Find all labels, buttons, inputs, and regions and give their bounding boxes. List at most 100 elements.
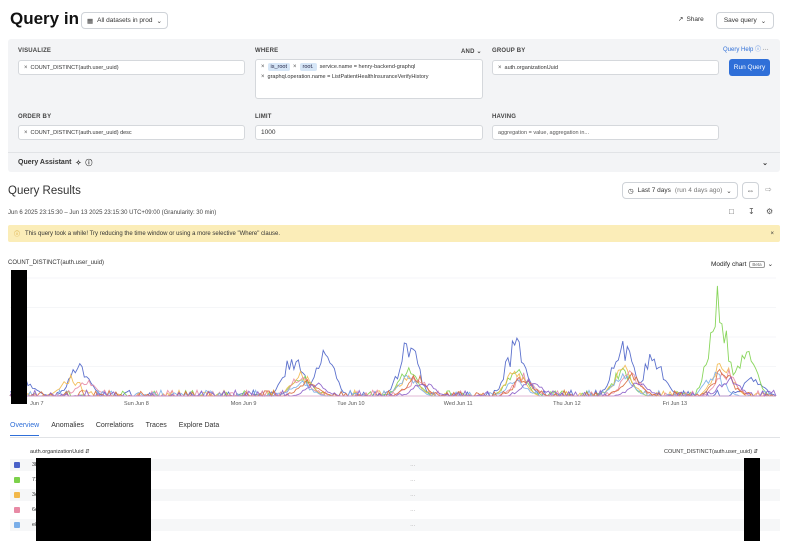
modify-chart-button[interactable]: Modify chart Beta ⌄: [711, 260, 773, 268]
series-swatch: [14, 492, 20, 498]
chart-label: COUNT_DISTINCT(auth.user_uuid): [8, 260, 105, 266]
query-assistant-label: Query Assistant: [18, 159, 72, 166]
redacted-block: [744, 458, 760, 541]
save-query-label: Save query: [723, 17, 757, 24]
series-swatch: [14, 507, 20, 513]
beta-badge: Beta: [749, 260, 765, 268]
limit-label: LIMIT: [255, 114, 272, 120]
series-line: [9, 337, 777, 398]
column-header-value[interactable]: COUNT_DISTINCT(auth.user_uuid) ⇵: [664, 449, 758, 455]
results-tabs: Overview Anomalies Correlations Traces E…: [10, 422, 219, 436]
combinator-label: AND: [461, 49, 475, 55]
order-by-item: COUNT_DISTINCT(auth.user_uuid) desc: [30, 129, 132, 136]
save-query-button[interactable]: Save query ⌄: [716, 12, 774, 29]
query-help-label: Query Help: [723, 47, 754, 53]
x-tick-label: Mon Jun 9: [231, 401, 257, 407]
filter-text: graphql.operation.name = ListPatientHeal…: [267, 74, 429, 80]
chevron-down-icon: ⌄: [726, 187, 732, 195]
where-label: WHERE: [255, 48, 279, 54]
remove-icon[interactable]: ×: [24, 65, 28, 71]
warning-text: This query took a while! Try reducing th…: [25, 230, 281, 237]
chevron-down-icon: ⌄: [476, 49, 482, 55]
help-icon[interactable]: ⓘ: [85, 158, 92, 168]
redacted-block: [36, 458, 151, 541]
close-icon[interactable]: ×: [770, 231, 774, 237]
page-title: Query in: [10, 9, 79, 28]
column-header-group[interactable]: auth.organizationUuid ⇵: [30, 449, 90, 455]
group-by-field[interactable]: × auth.organizationUuid: [492, 60, 719, 75]
x-tick-label: Fri Jun 13: [663, 401, 687, 407]
time-range-picker[interactable]: ◷ Last 7 days (run 4 days ago) ⌄: [622, 182, 738, 199]
results-line-chart[interactable]: Jun 7 Sun Jun 8 Mon Jun 9 Tue Jun 10 Wed Jun…: [8, 270, 780, 410]
download-icon[interactable]: ↧: [748, 207, 755, 216]
gear-icon[interactable]: ⚙: [766, 207, 773, 216]
more-icon[interactable]: ···: [763, 47, 769, 53]
group-by-label: GROUP BY: [492, 48, 526, 54]
tab-divider: [10, 437, 780, 438]
filter-pill[interactable]: is_root: [267, 63, 291, 71]
modify-chart-label: Modify chart: [711, 260, 747, 268]
row-ellipsis: …: [410, 507, 416, 513]
tab-correlations[interactable]: Correlations: [96, 422, 134, 436]
redacted-block: [11, 270, 27, 404]
where-field[interactable]: × is_root × root. service.name = henry-b…: [255, 59, 483, 99]
sparkle-icon: ✧: [75, 159, 82, 167]
having-field[interactable]: aggregation = value, aggregation in...: [492, 125, 719, 140]
dataset-label: All datasets in prod: [97, 17, 153, 24]
x-tick-label: Wed Jun 11: [444, 401, 473, 407]
column-label: auth.organizationUuid: [30, 449, 84, 455]
order-by-label: ORDER BY: [18, 114, 52, 120]
share-icon: ↗: [678, 16, 684, 23]
visualize-label: VISUALIZE: [18, 48, 52, 54]
time-range-text: Jun 6 2025 23:15:30 – Jun 13 2025 23:15:…: [8, 210, 217, 216]
slow-query-warning: ⓘ This query took a while! Try reducing …: [8, 225, 780, 242]
dataset-selector[interactable]: ▦ All datasets in prod ⌄: [81, 12, 168, 29]
chevron-down-icon: ⌄: [760, 17, 767, 25]
query-assistant-bar[interactable]: Query Assistant ✧ ⓘ ⌄: [8, 152, 780, 172]
tab-explore-data[interactable]: Explore Data: [179, 422, 219, 436]
tab-overview[interactable]: Overview: [10, 422, 40, 436]
visualize-field[interactable]: × COUNT_DISTINCT(auth.user_uuid): [18, 60, 245, 75]
where-filter-1: × is_root × root. service.name = henry-b…: [261, 63, 415, 71]
series-swatch: [14, 462, 20, 468]
remove-icon[interactable]: ×: [261, 64, 265, 70]
share-result-icon[interactable]: ⇨: [765, 185, 772, 194]
tab-traces[interactable]: Traces: [146, 422, 167, 436]
series-swatch: [14, 477, 20, 483]
visualize-item: COUNT_DISTINCT(auth.user_uuid): [30, 64, 119, 71]
column-label: COUNT_DISTINCT(auth.user_uuid): [664, 449, 753, 455]
remove-icon[interactable]: ×: [293, 64, 297, 70]
remove-icon[interactable]: ×: [498, 65, 502, 71]
where-combinator[interactable]: AND ⌄: [461, 48, 482, 55]
remove-icon[interactable]: ×: [24, 130, 28, 136]
query-help-link[interactable]: Query Help ⓘ ···: [723, 44, 769, 53]
series-swatch: [14, 522, 20, 528]
tab-anomalies[interactable]: Anomalies: [51, 422, 84, 436]
where-filter-2: × graphql.operation.name = ListPatientHe…: [261, 74, 428, 80]
x-tick-label: Jun 7: [30, 401, 43, 407]
limit-field[interactable]: 1000: [255, 125, 483, 140]
x-tick-label: Thu Jun 12: [553, 401, 581, 407]
share-button[interactable]: ↗ Share: [678, 15, 704, 24]
results-title: Query Results: [8, 185, 81, 197]
filter-pill[interactable]: root.: [299, 63, 317, 71]
chevron-down-icon: ⌄: [767, 261, 774, 268]
share-label: Share: [686, 15, 704, 23]
chevron-down-icon[interactable]: ⌄: [762, 159, 768, 167]
chevron-down-icon: ⌄: [156, 17, 162, 25]
time-hint: (run 4 days ago): [674, 187, 723, 194]
time-label: Last 7 days: [637, 187, 671, 194]
compare-icon[interactable]: ⇔: [742, 182, 759, 199]
warning-icon: ⓘ: [14, 232, 21, 238]
help-icon: ⓘ: [755, 47, 762, 53]
row-ellipsis: …: [410, 522, 416, 528]
comment-icon[interactable]: □: [729, 207, 734, 216]
grid-icon: ▦: [87, 17, 94, 25]
having-label: HAVING: [492, 114, 517, 120]
order-by-field[interactable]: × COUNT_DISTINCT(auth.user_uuid) desc: [18, 125, 245, 140]
row-ellipsis: …: [410, 462, 416, 468]
remove-icon[interactable]: ×: [261, 74, 265, 80]
filter-text: service.name = henry-backend-graphql: [319, 64, 416, 70]
run-query-button[interactable]: Run Query: [729, 59, 770, 76]
row-ellipsis: …: [410, 492, 416, 498]
